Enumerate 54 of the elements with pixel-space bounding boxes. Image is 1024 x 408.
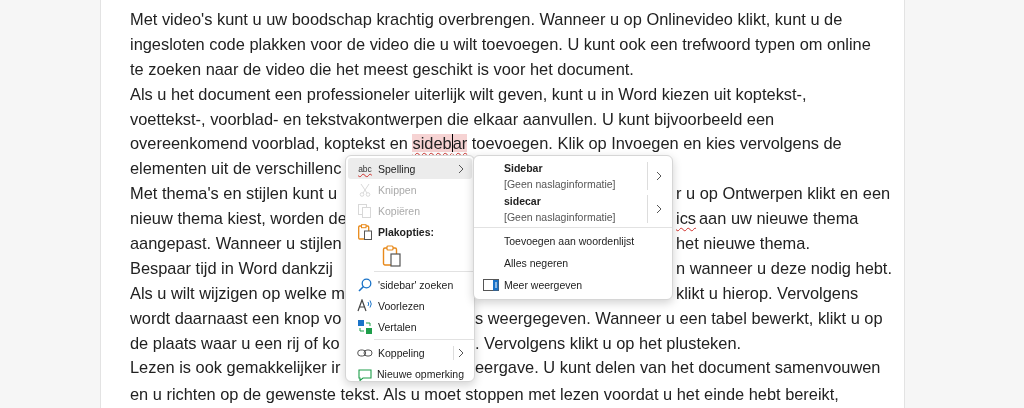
misspelled-word: sideb [412, 134, 452, 153]
menu-item[interactable]: Meer weergeven [474, 274, 672, 296]
body-text: toevoegen. Klik op Invoegen en kies vervolgens de [470, 134, 842, 153]
clipboard-icon[interactable] [382, 245, 402, 267]
comment-icon [357, 366, 372, 381]
menu-section-label: Plakopties: [348, 221, 472, 243]
menu-item[interactable]: abc Spelling [348, 158, 472, 179]
body-text: voettekst-, voorblad- en tekstvakontwerpen die elkaar aanvullen. U kunt bijvoorbeeld een [130, 109, 775, 128]
suggestion-item[interactable]: Sidebar [Geen naslaginformatie] [474, 159, 672, 192]
body-text: Als u wilt wijzigen op welke m [130, 283, 345, 302]
body-text: de plaats waar u een rij of ko [130, 333, 340, 352]
scissors-icon [359, 182, 371, 197]
clipboard-icon [358, 224, 372, 240]
suggestion-item[interactable]: sidecar [Geen naslaginformatie] [474, 192, 672, 225]
misspelled-word: ics [676, 208, 697, 230]
body-text: . Vervolgens klikt u op het plusteken. [475, 332, 742, 354]
body-text: r u op Ontwerpen klikt en een [676, 183, 891, 205]
body-text: s weergegeven. Wanneer u een tabel bewerkt, klikt u op [475, 307, 883, 329]
chevron-right-icon [458, 347, 464, 358]
translate-icon [358, 319, 372, 334]
body-text: aan uw nieuwe thema [699, 208, 859, 230]
body-text: ingesloten code plakken voor de video die u wilt toevoegen. U kunt ook een trefwoord typen om online [130, 34, 871, 53]
body-text: elementen uit de verschillenc [130, 159, 342, 178]
body-text: Lezen is ook gemakkelijker ir [130, 358, 341, 377]
chevron-right-icon [458, 163, 464, 174]
body-text: Met video's kunt u uw boodschap krachtig overbrengen. Wanneer u op Onlinevideo klikt, kunt u de [130, 10, 843, 28]
body-text: Met thema's en stijlen kunt u [130, 184, 338, 203]
body-text: nieuw thema kiest, worden de [130, 209, 347, 228]
body-text: n wanneer u deze nodig hebt. [676, 257, 892, 279]
menu-item[interactable]: Voorlezen [348, 295, 472, 316]
body-text: Bespaar tijd in Word dankzij [130, 258, 333, 277]
body-text: te zoeken naar de video die het meest geschikt is voor het document. [130, 59, 634, 78]
body-text: en u richten op de gewenste tekst. Als u moet stoppen met lezen voordat u het einde hebt bereikt, [130, 385, 839, 404]
body-text: overeenkomend voorblad, koptekst en [130, 134, 409, 153]
spelling-icon: abc [358, 163, 372, 174]
menu-item[interactable]: Koppeling [348, 342, 472, 363]
chevron-right-icon [656, 170, 662, 181]
menu-item[interactable]: Alles negeren [474, 252, 672, 274]
read-aloud-icon [357, 299, 373, 312]
search-icon [358, 277, 372, 292]
body-text: Als u het document een professioneler uiterlijk wilt geven, kunt u in Word kiezen uit koptekst-, [130, 84, 807, 103]
body-text: aangepast. Wanneer u stijlen [130, 234, 342, 252]
menu-item[interactable]: Nieuwe opmerking [348, 363, 472, 384]
body-text: wordt daarnaast een knop vo [130, 308, 342, 327]
body-text: het nieuwe thema. [676, 233, 810, 254]
copy-icon [358, 203, 372, 218]
body-text: eergave. U kunt delen van het document samenvouwen [475, 357, 881, 379]
body-text: klikt u hierop. Vervolgens [676, 282, 859, 304]
chevron-right-icon [656, 203, 662, 214]
menu-item[interactable]: 'sidebar' zoeken [348, 274, 472, 295]
menu-item[interactable]: Vertalen [348, 316, 472, 337]
link-icon [357, 347, 373, 358]
menu-item[interactable]: Toevoegen aan woordenlijst [474, 230, 672, 252]
side-panel-icon [483, 279, 499, 291]
